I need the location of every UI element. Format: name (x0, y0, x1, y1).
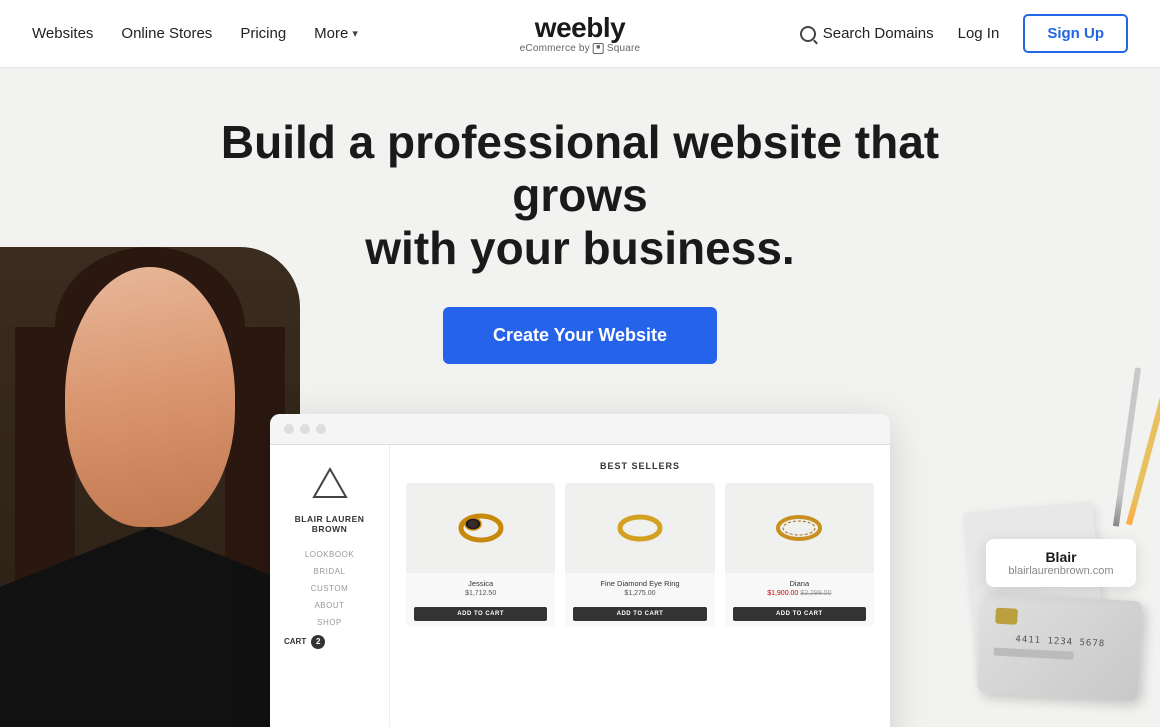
login-button[interactable]: Log In (958, 25, 1000, 42)
nav-right: Search Domains Log In Sign Up (800, 14, 1128, 53)
search-domains-label: Search Domains (823, 25, 934, 42)
blair-name: Blair (1000, 549, 1122, 565)
best-sellers-label: BEST SELLERS (406, 461, 874, 471)
ring-icon-2 (610, 498, 670, 558)
shop-logo-triangle-icon (312, 465, 348, 501)
browser-bar (270, 414, 890, 445)
cart-label: CART (284, 637, 306, 646)
card-signature (993, 648, 1073, 660)
product-price-1: $1,712.50 (414, 590, 547, 597)
product-name-2: Fine Diamond Eye Ring (573, 579, 706, 588)
product-info-3: Diana $1,900.00 $2,299.00 ADD TO CART (725, 573, 874, 627)
shop-sidebar: BLAIR LAUREN BROWN LOOKBOOK BRIDAL CUSTO… (270, 445, 390, 727)
blair-url: blairlaurenbrown.com (1000, 565, 1122, 577)
logo-sub-text: eCommerce by (520, 43, 590, 54)
nav-left: Websites Online Stores Pricing More ▾ (32, 25, 358, 42)
shop-nav-bridal: BRIDAL (284, 567, 375, 576)
nav-websites[interactable]: Websites (32, 25, 93, 42)
product-img-1 (406, 483, 555, 573)
nav-online-stores[interactable]: Online Stores (121, 25, 212, 42)
product-card-1: Jessica $1,712.50 ADD TO CART (406, 483, 555, 627)
chevron-down-icon: ▾ (352, 27, 358, 40)
product-card-2: Fine Diamond Eye Ring $1,275.00 ADD TO C… (565, 483, 714, 627)
product-info-1: Jessica $1,712.50 ADD TO CART (406, 573, 555, 627)
shop-nav-shop: SHOP (284, 618, 375, 627)
search-icon (800, 26, 816, 42)
cart-badge: 2 (311, 635, 325, 649)
shop-cart: CART 2 (284, 635, 375, 649)
nav-more-label: More (314, 25, 348, 42)
ring-icon-3 (769, 498, 829, 558)
browser-content: BLAIR LAUREN BROWN LOOKBOOK BRIDAL CUSTO… (270, 445, 890, 727)
product-name-1: Jessica (414, 579, 547, 588)
card-chip-icon (995, 608, 1018, 625)
product-name-3: Diana (733, 579, 866, 588)
illustration-right: 4411 1234 5678 (940, 347, 1160, 727)
main-products: BEST SELLERS (390, 445, 890, 727)
product-price-2: $1,275.00 (573, 590, 706, 597)
credit-card-icon: 4411 1234 5678 (977, 593, 1142, 701)
hero-headline-line1: Build a professional website that grows (221, 116, 939, 221)
ring-icon-1 (451, 498, 511, 558)
product-price-3: $1,900.00 $2,299.00 (733, 590, 866, 597)
navbar: Websites Online Stores Pricing More ▾ we… (0, 0, 1160, 68)
browser-dot-3 (316, 424, 326, 434)
browser-dot-1 (284, 424, 294, 434)
search-domains-button[interactable]: Search Domains (800, 25, 934, 42)
shop-nav-lookbook: LOOKBOOK (284, 550, 375, 559)
create-website-button[interactable]: Create Your Website (443, 307, 717, 364)
shop-nav-custom: CUSTOM (284, 584, 375, 593)
product-card-3: Diana $1,900.00 $2,299.00 ADD TO CART (725, 483, 874, 627)
shop-name: BLAIR LAUREN BROWN (284, 514, 375, 534)
hero-headline-line2: with your business. (365, 222, 794, 274)
shop-nav-about: ABOUT (284, 601, 375, 610)
logo-subtitle: eCommerce by ■ Square (520, 43, 641, 54)
add-to-cart-btn-2[interactable]: ADD TO CART (573, 607, 706, 621)
nav-more[interactable]: More ▾ (314, 25, 358, 42)
hero-section: Build a professional website that grows … (0, 68, 1160, 727)
signup-button[interactable]: Sign Up (1023, 14, 1128, 53)
hero-headline: Build a professional website that grows … (220, 116, 940, 275)
square-icon: ■ (593, 43, 604, 54)
logo-text: weebly (535, 13, 625, 44)
add-to-cart-btn-3[interactable]: ADD TO CART (733, 607, 866, 621)
nav-pricing[interactable]: Pricing (240, 25, 286, 42)
square-label: Square (607, 43, 640, 54)
product-info-2: Fine Diamond Eye Ring $1,275.00 ADD TO C… (565, 573, 714, 627)
browser-mockup: BLAIR LAUREN BROWN LOOKBOOK BRIDAL CUSTO… (270, 414, 890, 727)
product-img-3 (725, 483, 874, 573)
product-img-2 (565, 483, 714, 573)
products-grid: Jessica $1,712.50 ADD TO CART (406, 483, 874, 627)
blair-card: Blair blairlaurenbrown.com (986, 539, 1136, 587)
browser-dot-2 (300, 424, 310, 434)
nav-logo[interactable]: weebly eCommerce by ■ Square (520, 13, 641, 55)
add-to-cart-btn-1[interactable]: ADD TO CART (414, 607, 547, 621)
